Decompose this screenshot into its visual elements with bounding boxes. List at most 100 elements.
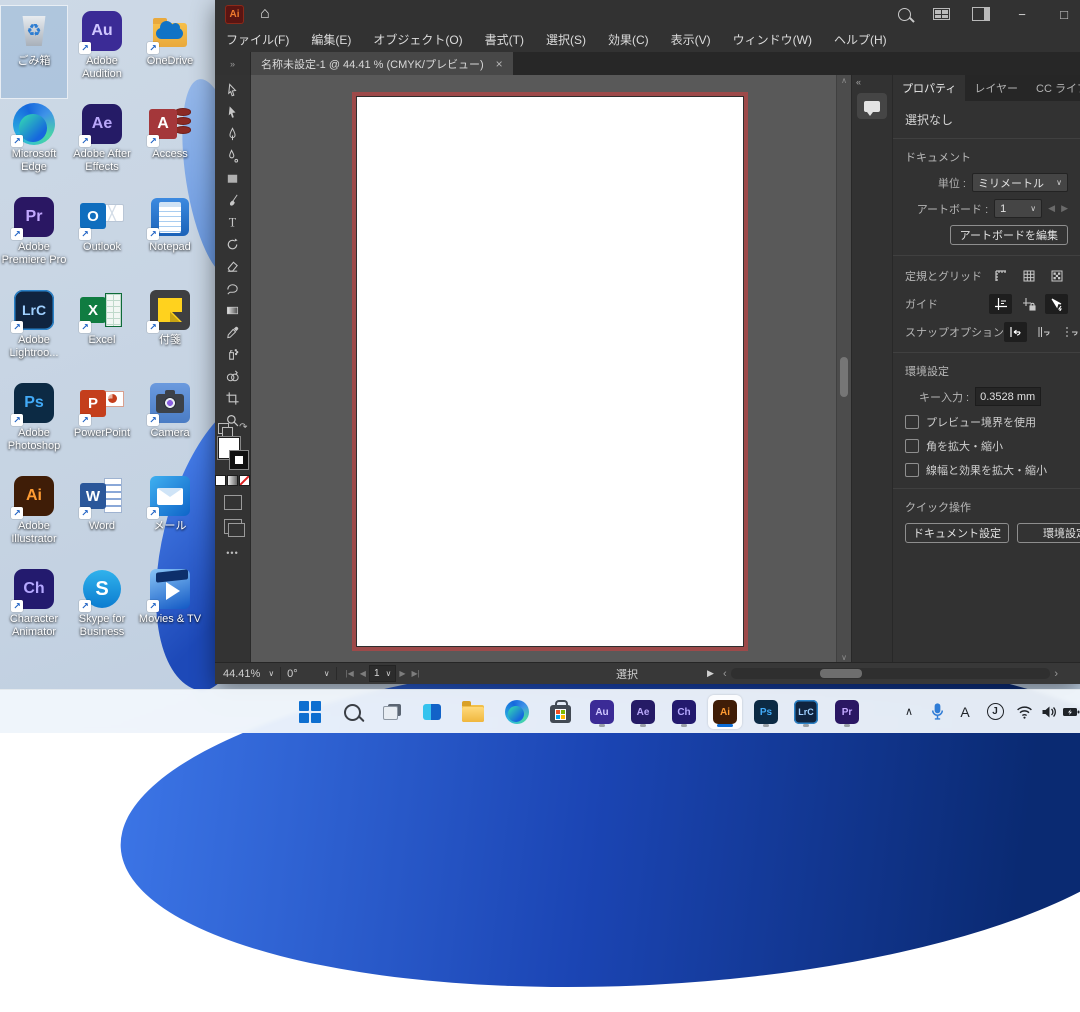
desktop-icon-photoshop[interactable]: Ps ↗ Adobe Photoshop xyxy=(1,378,67,470)
widgets-button[interactable] xyxy=(415,695,449,729)
direct-selection-tool[interactable] xyxy=(220,101,246,123)
scroll-left-icon[interactable]: ‹ xyxy=(723,668,727,680)
prev-artboard-icon[interactable]: ◀ xyxy=(1048,203,1055,214)
illustrator-taskbar-button[interactable]: Ai xyxy=(708,695,742,729)
artboard-select[interactable]: 1 ∨ xyxy=(994,199,1042,218)
gradient-tool[interactable] xyxy=(220,299,246,321)
task-view-button[interactable] xyxy=(375,695,409,729)
transparency-grid-button[interactable] xyxy=(1045,266,1068,286)
lightroom-taskbar-button[interactable]: LrC xyxy=(789,695,823,729)
status-expand-icon[interactable]: ▶ xyxy=(707,668,714,679)
color-swatch[interactable] xyxy=(215,475,226,486)
desktop-icon-word[interactable]: W ↗ Word xyxy=(69,471,135,563)
expand-panels-icon[interactable]: « xyxy=(852,75,865,89)
menu-view[interactable]: 表示(V) xyxy=(660,28,722,52)
scroll-down-icon[interactable]: ∨ xyxy=(837,653,851,662)
search-icon[interactable] xyxy=(898,8,911,21)
menu-object[interactable]: オブジェクト(O) xyxy=(362,28,473,52)
keyboard-increment-field[interactable]: 0.3528 mm xyxy=(975,387,1041,406)
desktop-icon-illustrator[interactable]: Ai ↗ Adobe Illustrator xyxy=(1,471,67,563)
microsoft-store-button[interactable] xyxy=(543,695,577,729)
photoshop-taskbar-button[interactable]: Ps xyxy=(749,695,783,729)
snap-to-point-button[interactable] xyxy=(1004,322,1027,342)
horizontal-scrollbar[interactable]: ‹ › xyxy=(723,668,1058,679)
curvature-tool[interactable] xyxy=(220,145,246,167)
vertical-scroll-thumb[interactable] xyxy=(840,357,848,397)
desktop-icon-onedrive[interactable]: ↗ OneDrive xyxy=(137,6,203,98)
character-animator-taskbar-button[interactable]: Ch xyxy=(667,695,701,729)
show-rulers-button[interactable] xyxy=(989,266,1012,286)
desktop-icon-outlook[interactable]: O ↗ Outlook xyxy=(69,192,135,284)
taskbar-search-button[interactable] xyxy=(335,695,369,729)
first-artboard-icon[interactable]: |◀ xyxy=(346,669,354,678)
desktop-icon-after-effects[interactable]: Ae ↗ Adobe After Effects xyxy=(69,99,135,191)
document-tab[interactable]: 名称未設定-1 @ 44.41 % (CMYK/プレビュー) × xyxy=(251,52,513,75)
desktop-icon-powerpoint[interactable]: P ↗ PowerPoint xyxy=(69,378,135,470)
workspace-switcher-icon[interactable] xyxy=(972,7,990,21)
last-artboard-icon[interactable]: ▶| xyxy=(412,669,420,678)
rotation-control[interactable]: 0° ∨ xyxy=(287,668,329,680)
tab-layers[interactable]: レイヤー xyxy=(965,75,1027,101)
comments-panel-button[interactable] xyxy=(857,93,887,119)
edit-artboards-button[interactable]: アートボードを編集 xyxy=(950,225,1068,245)
tray-overflow-button[interactable]: ∧ xyxy=(898,690,920,733)
tab-properties[interactable]: プロパティ xyxy=(893,75,965,101)
canvas-pasteboard[interactable]: ∧ ∨ xyxy=(251,75,851,663)
prev-artboard-icon[interactable]: ◀ xyxy=(360,669,366,678)
maximize-button[interactable]: □ xyxy=(1054,7,1074,22)
show-grid-button[interactable] xyxy=(1017,266,1040,286)
snap-to-grid-button[interactable] xyxy=(1032,322,1055,342)
show-guides-button[interactable] xyxy=(989,294,1012,314)
none-swatch[interactable] xyxy=(239,475,250,486)
type-tool[interactable]: T xyxy=(220,211,246,233)
next-artboard-icon[interactable]: ▶ xyxy=(1061,203,1068,214)
battery-tray-button[interactable] xyxy=(1060,690,1080,733)
document-setup-button[interactable]: ドキュメント設定 xyxy=(905,523,1009,543)
desktop-icon-character-animator[interactable]: Ch ↗ Character Animator xyxy=(1,564,67,656)
pen-tool[interactable] xyxy=(220,123,246,145)
smart-guides-button[interactable] xyxy=(1045,294,1068,314)
after-effects-taskbar-button[interactable]: Ae xyxy=(626,695,660,729)
desktop-icon-excel[interactable]: X ↗ Excel xyxy=(69,285,135,377)
menu-file[interactable]: ファイル(F) xyxy=(215,28,300,52)
menu-window[interactable]: ウィンドウ(W) xyxy=(722,28,823,52)
edit-toolbar-icon[interactable]: ••• xyxy=(226,548,238,558)
horizontal-scroll-thumb[interactable] xyxy=(820,669,862,678)
menu-select[interactable]: 選択(S) xyxy=(535,28,597,52)
artboard-number-select[interactable]: 1 ∨ xyxy=(369,665,396,682)
next-artboard-icon[interactable]: ▶ xyxy=(399,669,405,678)
artboard-tool[interactable] xyxy=(220,387,246,409)
scroll-up-icon[interactable]: ∧ xyxy=(837,76,851,85)
scale-strokes-effects-checkbox[interactable] xyxy=(905,463,919,477)
use-preview-bounds-checkbox[interactable] xyxy=(905,415,919,429)
menu-effect[interactable]: 効果(C) xyxy=(597,28,660,52)
desktop-icon-mail[interactable]: ↗ メール xyxy=(137,471,203,563)
drawing-modes-icon[interactable] xyxy=(224,495,242,510)
selection-tool[interactable] xyxy=(220,79,246,101)
home-icon[interactable]: ⌂ xyxy=(260,6,270,22)
snap-to-pixel-button[interactable] xyxy=(1060,322,1080,342)
stroke-swatch[interactable] xyxy=(230,451,248,469)
lock-guides-button[interactable] xyxy=(1017,294,1040,314)
desktop-icon-adobe-audition[interactable]: Au ↗ Adobe Audition xyxy=(69,6,135,98)
menu-type[interactable]: 書式(T) xyxy=(474,28,535,52)
desktop-icon-microsoft-edge[interactable]: ↗ Microsoft Edge xyxy=(1,99,67,191)
ime-mode-indicator[interactable]: A xyxy=(954,690,976,733)
audition-taskbar-button[interactable]: Au xyxy=(585,695,619,729)
premiere-taskbar-button[interactable]: Pr xyxy=(830,695,864,729)
fill-stroke-control[interactable]: ↷ xyxy=(218,435,248,469)
desktop-icon-access[interactable]: A ↗ Access xyxy=(137,99,203,191)
menu-edit[interactable]: 編集(E) xyxy=(300,28,362,52)
gradient-swatch[interactable] xyxy=(227,475,238,486)
scale-corners-checkbox[interactable] xyxy=(905,439,919,453)
rectangle-tool[interactable] xyxy=(220,167,246,189)
eyedropper-tool[interactable] xyxy=(220,321,246,343)
file-explorer-button[interactable] xyxy=(456,695,490,729)
desktop-icon-premiere-pro[interactable]: Pr ↗ Adobe Premiere Pro xyxy=(1,192,67,284)
edge-taskbar-button[interactable] xyxy=(500,695,534,729)
desktop-icon-movies-tv[interactable]: ↗ Movies & TV xyxy=(137,564,203,656)
default-fill-stroke-icon[interactable] xyxy=(218,423,229,434)
volume-tray-button[interactable] xyxy=(1038,690,1060,733)
artboard[interactable] xyxy=(356,96,744,647)
symbol-sprayer-tool[interactable] xyxy=(220,343,246,365)
